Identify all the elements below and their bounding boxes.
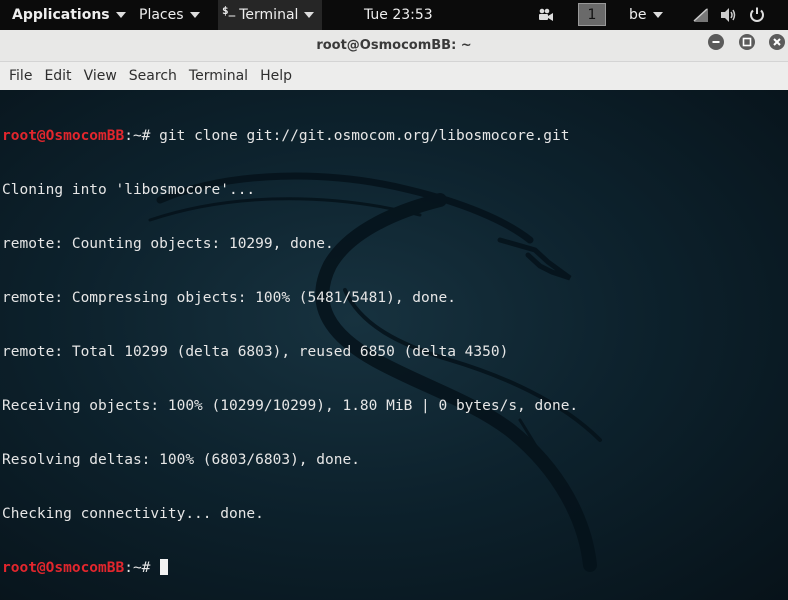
volume-icon[interactable]	[720, 0, 738, 30]
prompt-user: root@OsmocomBB	[2, 560, 125, 576]
output-line: Cloning into 'libosmocore'...	[2, 182, 256, 198]
prompt-path: :~#	[124, 128, 151, 144]
menu-terminal[interactable]: Terminal	[186, 68, 251, 84]
output-line: remote: Counting objects: 10299, done.	[2, 236, 334, 252]
prompt-user: root@OsmocomBB	[2, 128, 125, 144]
places-label: Places	[139, 7, 184, 23]
places-menu[interactable]: Places	[139, 0, 200, 30]
menu-edit[interactable]: Edit	[41, 68, 74, 84]
terminal-app-menu[interactable]: $_ Terminal	[218, 0, 322, 30]
workspace-number: 1	[587, 6, 597, 23]
prompt-line[interactable]: root@OsmocomBB:~#	[2, 559, 578, 577]
clock-label: Tue 23:53	[364, 7, 433, 23]
applications-menu[interactable]: Applications	[12, 0, 126, 30]
prompt-path: :~#	[124, 560, 151, 576]
text-cursor	[160, 559, 169, 575]
window-titlebar[interactable]: root@OsmocomBB: ~	[0, 30, 788, 62]
maximize-icon[interactable]	[739, 34, 755, 50]
menu-search[interactable]: Search	[126, 68, 180, 84]
terminal-area[interactable]: root@OsmocomBB:~# git clone git://git.os…	[0, 90, 788, 600]
menubar: File Edit View Search Terminal Help	[0, 62, 788, 90]
terminal-icon: $_	[222, 3, 236, 17]
menu-file[interactable]: File	[6, 68, 35, 84]
power-icon[interactable]	[748, 0, 766, 30]
top-panel: Applications Places $_ Terminal Tue 23:5…	[0, 0, 788, 30]
window-title: root@OsmocomBB: ~	[316, 38, 472, 53]
clock[interactable]: Tue 23:53	[364, 0, 433, 30]
camera-icon[interactable]	[538, 0, 554, 30]
terminal-output: root@OsmocomBB:~# git clone git://git.os…	[2, 91, 578, 600]
chevron-down-icon	[652, 12, 663, 18]
terminal-app-label: Terminal	[239, 7, 299, 23]
workspace-indicator[interactable]: 1	[578, 3, 606, 26]
chevron-down-icon	[115, 12, 126, 18]
network-icon[interactable]	[692, 0, 710, 30]
command-line: root@OsmocomBB:~# git clone git://git.os…	[2, 127, 578, 145]
output-line: Receiving objects: 100% (10299/10299), 1…	[2, 398, 579, 414]
chevron-down-icon	[189, 12, 200, 18]
language-label: be	[629, 7, 647, 23]
menu-view[interactable]: View	[81, 68, 120, 84]
output-line: remote: Total 10299 (delta 6803), reused…	[2, 344, 509, 360]
chevron-down-icon	[304, 12, 315, 18]
minimize-icon[interactable]	[708, 34, 724, 50]
applications-label: Applications	[12, 7, 110, 23]
menu-help[interactable]: Help	[257, 68, 295, 84]
output-line: remote: Compressing objects: 100% (5481/…	[2, 290, 456, 306]
language-menu[interactable]: be	[629, 0, 663, 30]
output-line: Checking connectivity... done.	[2, 506, 264, 522]
close-icon[interactable]	[769, 34, 785, 50]
output-line: Resolving deltas: 100% (6803/6803), done…	[2, 452, 360, 468]
command-text: git clone git://git.osmocom.org/libosmoc…	[150, 128, 570, 144]
